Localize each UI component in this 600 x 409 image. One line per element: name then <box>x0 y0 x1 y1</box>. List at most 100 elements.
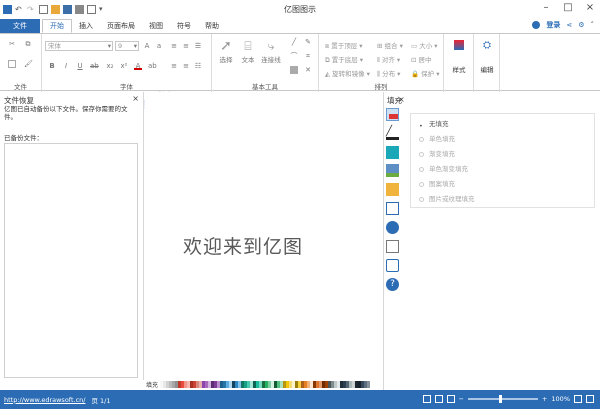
group-icon: ⊞ <box>377 42 383 50</box>
italic-icon[interactable]: I <box>62 62 70 70</box>
paste-icon[interactable] <box>8 60 16 68</box>
app-logo-icon <box>3 5 12 14</box>
crop-tool-icon[interactable]: ⌗ <box>304 52 312 60</box>
page-view-icon[interactable] <box>446 395 455 403</box>
text-tool-button[interactable]: ⌸ 文本 <box>238 38 258 64</box>
login-link[interactable]: 登录 <box>546 20 560 30</box>
strikethrough-icon[interactable]: ab <box>90 62 99 70</box>
fill-icon[interactable] <box>386 108 399 121</box>
distribute-icon: ⫼ <box>377 70 380 78</box>
collapse-ribbon-icon[interactable]: ˄ <box>591 21 595 29</box>
decrease-font-icon[interactable]: a <box>155 42 163 50</box>
tab-symbol[interactable]: 符号 <box>170 19 198 33</box>
save-icon[interactable] <box>63 5 72 14</box>
tab-page-layout[interactable]: 页面布局 <box>100 19 142 33</box>
select-tool-button[interactable]: ➚ 选择 <box>216 38 236 64</box>
line-tool-icon[interactable]: ╱ <box>290 38 298 46</box>
bring-to-front-button[interactable]: ⧈ 置于顶层 ▾ <box>325 40 363 51</box>
increase-font-icon[interactable]: A <box>143 42 151 50</box>
fill-option-pattern[interactable]: 图案填充 <box>419 178 455 188</box>
website-link[interactable]: http://www.edrawsoft.cn/ <box>0 396 85 404</box>
fill-option-mono-gradient[interactable]: 单色渐变填充 <box>419 163 468 173</box>
fill-option-none[interactable]: • 无填充 <box>419 118 449 130</box>
image-icon[interactable] <box>386 164 399 177</box>
color-swatches[interactable] <box>160 381 371 388</box>
close-icon[interactable]: × <box>132 94 139 103</box>
color-swatch[interactable] <box>367 381 371 388</box>
rotate-mirror-button[interactable]: ◭ 旋转和镜像 ▾ <box>325 68 370 78</box>
document-icon[interactable] <box>386 240 399 253</box>
protect-button[interactable]: 🔒 保护 ▾ <box>411 68 440 78</box>
shadow-icon[interactable] <box>386 146 399 159</box>
underline-icon[interactable]: U <box>76 62 84 70</box>
pen-tool-icon[interactable]: ✎ <box>304 38 312 46</box>
justify-icon[interactable]: ≡ <box>182 62 190 70</box>
zoom-slider-handle[interactable] <box>498 395 502 403</box>
fullscreen-icon[interactable] <box>586 395 594 403</box>
align-button[interactable]: ⫴ 对齐 ▾ <box>377 54 400 65</box>
settings-icon[interactable]: ⚙ <box>578 21 584 29</box>
redo-icon[interactable]: ↷ <box>27 5 36 14</box>
open-folder-icon[interactable] <box>51 5 60 14</box>
format-painter-icon[interactable]: 🖌 <box>24 60 33 68</box>
tab-home[interactable]: 开始 <box>42 19 72 33</box>
superscript-icon[interactable]: x² <box>120 62 128 70</box>
layers-icon[interactable] <box>386 183 399 196</box>
export-icon[interactable] <box>87 5 96 14</box>
customize-dropdown-icon[interactable]: ▾ <box>99 5 108 14</box>
font-size-select[interactable]: 9 ▾ <box>115 41 139 51</box>
print-icon[interactable] <box>75 5 84 14</box>
close-shape-icon[interactable]: ✕ <box>304 66 312 74</box>
minimize-icon[interactable]: – <box>540 2 552 13</box>
zoom-in-icon[interactable]: + <box>542 395 547 403</box>
close-icon[interactable]: × <box>398 95 405 104</box>
comment-icon[interactable] <box>386 259 399 272</box>
bullet-list-icon[interactable]: ☰ <box>194 42 202 50</box>
group-label-basic-tools: 基本工具 <box>252 83 278 91</box>
backup-file-list[interactable] <box>4 143 138 378</box>
page-icon[interactable] <box>386 202 399 215</box>
line-icon[interactable]: ╱ <box>386 127 399 140</box>
tab-view[interactable]: 视图 <box>142 19 170 33</box>
align-right-icon[interactable]: ≡ <box>182 42 190 50</box>
bold-icon[interactable]: B <box>48 62 56 70</box>
normal-view-icon[interactable] <box>422 395 431 403</box>
rectangle-tool-icon[interactable] <box>290 66 298 74</box>
tab-help[interactable]: 帮助 <box>198 19 226 33</box>
tab-file[interactable]: 文件 <box>0 19 40 33</box>
grid-view-icon[interactable] <box>434 395 443 403</box>
arc-tool-icon[interactable]: ⌒ <box>290 52 298 60</box>
center-button[interactable]: ⊡ 居中 <box>411 54 432 64</box>
copy-icon[interactable]: ⧉ <box>24 40 32 48</box>
user-icon[interactable] <box>532 21 541 29</box>
font-family-select[interactable]: 宋体 ▾ <box>45 41 113 51</box>
send-to-back-button[interactable]: ⧉ 置于底层 ▾ <box>325 54 363 65</box>
font-color-icon[interactable]: A <box>134 62 142 70</box>
tab-insert[interactable]: 插入 <box>72 19 100 33</box>
align-left-icon[interactable]: ≡ <box>170 42 178 50</box>
fill-option-solid[interactable]: 单色填充 <box>419 133 455 143</box>
subscript-icon[interactable]: x₂ <box>106 62 114 70</box>
help-icon[interactable]: ? <box>386 278 399 291</box>
new-file-icon[interactable] <box>39 5 48 14</box>
fit-page-icon[interactable] <box>574 395 582 403</box>
edit-button[interactable]: ⛭ 编辑 <box>476 40 498 74</box>
numbered-list-icon[interactable]: ☷ <box>194 62 202 70</box>
highlight-icon[interactable]: ab <box>148 62 157 70</box>
group-button[interactable]: ⊞ 组合 ▾ <box>377 40 403 50</box>
size-button[interactable]: ▭ 大小 ▾ <box>411 40 438 50</box>
close-icon[interactable]: × <box>584 2 596 13</box>
connector-tool-button[interactable]: ⤷ 连接线 <box>258 38 284 64</box>
zoom-out-icon[interactable]: − <box>459 395 464 403</box>
style-button[interactable]: 样式 <box>448 40 470 74</box>
share-icon[interactable]: ⋖ <box>566 21 572 29</box>
cut-icon[interactable]: ✂ <box>8 40 16 48</box>
maximize-icon[interactable]: □ <box>562 2 574 13</box>
undo-icon[interactable]: ↶ <box>15 5 24 14</box>
fill-option-picture[interactable]: 图片或纹理填充 <box>419 193 475 203</box>
globe-icon[interactable] <box>386 221 399 234</box>
distribute-button[interactable]: ⫼ 分布 ▾ <box>377 68 400 79</box>
fill-option-gradient[interactable]: 渐变填充 <box>419 148 455 158</box>
align-center-icon[interactable]: ≡ <box>170 62 178 70</box>
zoom-slider[interactable] <box>467 395 538 403</box>
